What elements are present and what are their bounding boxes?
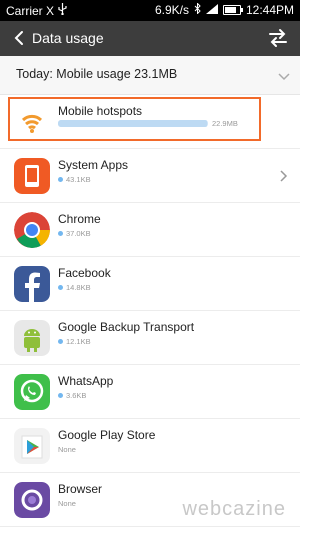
chevron-right-icon [280,169,288,182]
app-name: Google Backup Transport [58,320,195,334]
usage-sub: 43.1KB [58,175,91,184]
play-store-icon [14,428,50,464]
app-row-google-play-store[interactable]: Google Play Store None [0,419,300,473]
app-row-system-apps[interactable]: System Apps 43.1KB [0,149,300,203]
battery-icon [222,5,243,15]
usage-value: 37.0KB [66,229,91,238]
usage-value: 12.1KB [66,337,91,346]
clock: 12:44PM [245,3,294,17]
usage-sub: 37.0KB [58,229,91,238]
usb-icon [58,3,67,18]
chevron-down-icon [278,69,290,81]
usage-sub: None [58,445,76,454]
carrier-label: Carrier X [6,3,55,18]
browser-icon [14,482,50,518]
watermark: webcazine [182,498,286,520]
usage-sub: 14.8KB [58,283,91,292]
highlight-frame [8,97,261,141]
usage-sub: None [58,499,76,508]
status-bar: Carrier X 6.9K/s 12:44PM [0,0,300,21]
usage-summary[interactable]: Today: Mobile usage 23.1MB [0,56,300,95]
app-name: Facebook [58,266,111,280]
usage-sub: 3.6KB [58,391,86,400]
whatsapp-icon [14,374,50,410]
app-name: WhatsApp [58,374,114,388]
android-icon [14,320,50,356]
bluetooth-icon [194,2,201,17]
swap-icon [269,29,287,47]
network-speed: 6.9K/s [154,3,189,17]
app-header: Data usage [0,21,300,56]
app-name: System Apps [58,158,129,172]
back-button[interactable] [11,29,29,47]
app-name: Chrome [58,212,101,226]
app-row-google-backup-transport[interactable]: Google Backup Transport 12.1KB [0,311,300,365]
app-row-facebook[interactable]: Facebook 14.8KB [0,257,300,311]
usage-value: 3.6KB [66,391,87,400]
app-row-whatsapp[interactable]: WhatsApp 3.6KB [0,365,300,419]
chrome-icon [14,212,50,248]
usage-value: None [58,499,76,508]
app-row-chrome[interactable]: Chrome 37.0KB [0,203,300,257]
system-apps-icon [14,158,50,194]
signal-icon [205,3,218,17]
facebook-icon [14,266,50,302]
page-title: Data usage [32,30,104,46]
app-name: Browser [58,482,103,496]
usage-summary-text: Today: Mobile usage 23.1MB [16,67,178,81]
usage-sub: 12.1KB [58,337,91,346]
usage-value: 14.8KB [66,283,91,292]
swap-button[interactable] [268,28,288,48]
app-name: Google Play Store [58,428,156,442]
usage-value: None [58,445,76,454]
usage-value: 43.1KB [66,175,91,184]
